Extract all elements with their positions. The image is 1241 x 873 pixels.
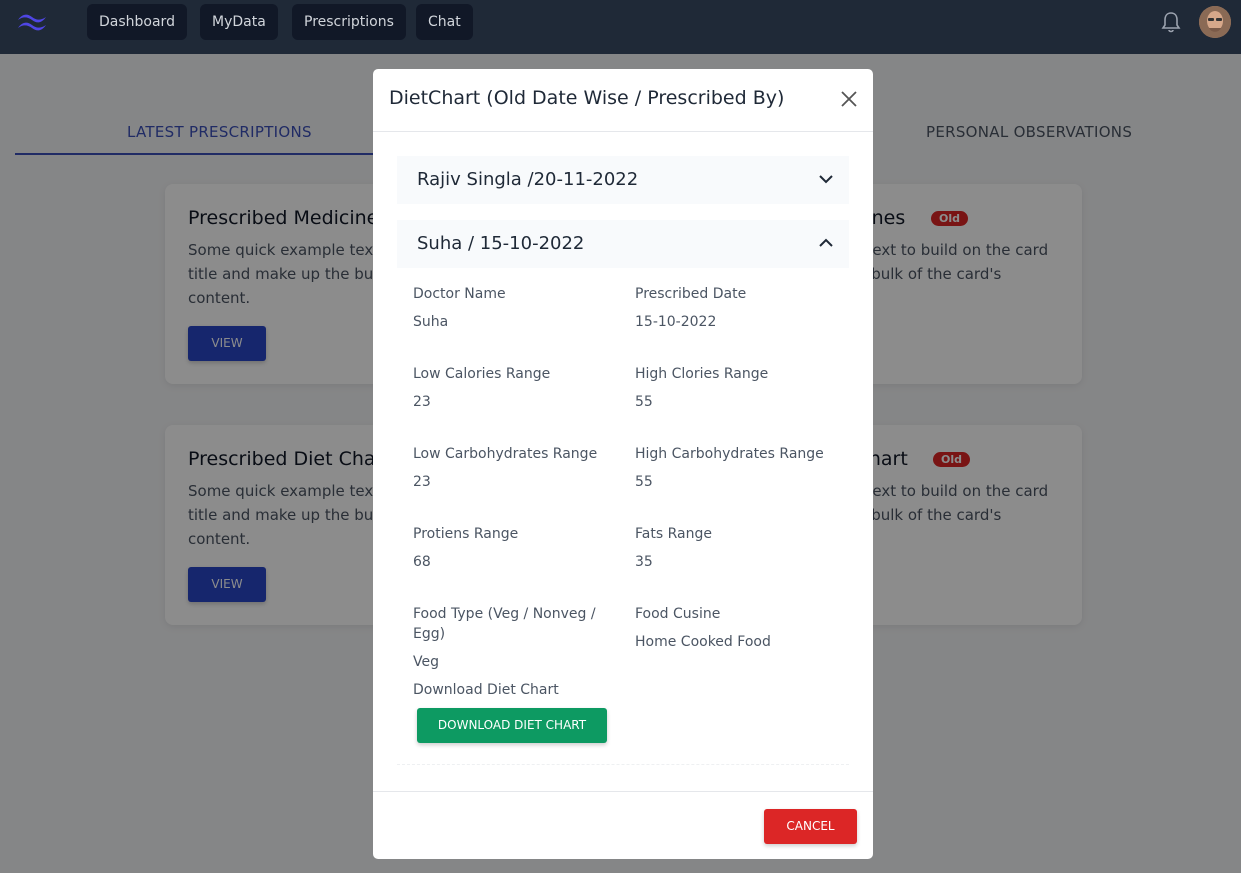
food-type-label-line2: Egg) [413,626,446,642]
high-calories-value: 55 [635,394,653,410]
chevron-down-icon [819,175,833,184]
modal-title: DietChart (Old Date Wise / Prescribed By… [389,87,785,109]
food-cuisine-value: Home Cooked Food [635,634,771,650]
accordion-header-suha[interactable]: Suha / 15-10-2022 [397,220,849,268]
high-carbs-label: High Carbohydrates Range [635,446,824,462]
user-avatar[interactable] [1199,6,1231,38]
food-cuisine-label: Food Cusine [635,606,721,622]
accordion-header-rajiv-singla[interactable]: Rajiv Singla /20-11-2022 [397,156,849,204]
download-diet-chart-label: Download Diet Chart [413,682,559,698]
close-icon[interactable] [839,89,859,109]
low-carbs-label: Low Carbohydrates Range [413,446,598,462]
download-diet-chart-button[interactable]: DOWNLOAD DIET CHART [417,708,607,743]
modal-footer: CANCEL [373,791,873,859]
modal-header: DietChart (Old Date Wise / Prescribed By… [373,69,873,132]
nav-prescriptions[interactable]: Prescriptions [292,4,406,40]
bell-icon[interactable] [1160,10,1182,34]
accordion-label: Suha / 15-10-2022 [417,233,585,254]
prescribed-date-label: Prescribed Date [635,286,747,302]
doctor-name-value: Suha [413,314,449,330]
high-calories-label: High Clories Range [635,366,769,382]
nav-dashboard[interactable]: Dashboard [87,4,187,40]
diet-chart-modal: DietChart (Old Date Wise / Prescribed By… [373,69,873,859]
fats-value: 35 [635,554,653,570]
nav-mydata[interactable]: MyData [200,4,278,40]
accordion-divider [397,764,849,765]
high-carbs-value: 55 [635,474,653,490]
low-calories-value: 23 [413,394,431,410]
tailwind-logo-icon[interactable] [16,11,48,33]
accordion-label: Rajiv Singla /20-11-2022 [417,169,639,190]
nav-chat[interactable]: Chat [416,4,473,40]
food-type-value: Veg [413,654,439,670]
chevron-up-icon [819,238,833,247]
food-type-label-line1: Food Type (Veg / Nonveg / [413,606,596,622]
proteins-value: 68 [413,554,431,570]
cancel-button[interactable]: CANCEL [764,809,857,844]
low-carbs-value: 23 [413,474,431,490]
proteins-label: Protiens Range [413,526,519,542]
prescribed-date-value: 15-10-2022 [635,314,717,330]
fats-label: Fats Range [635,526,712,542]
low-calories-label: Low Calories Range [413,366,551,382]
top-navbar: Dashboard MyData Prescriptions Chat [0,0,1241,54]
doctor-name-label: Doctor Name [413,286,506,302]
